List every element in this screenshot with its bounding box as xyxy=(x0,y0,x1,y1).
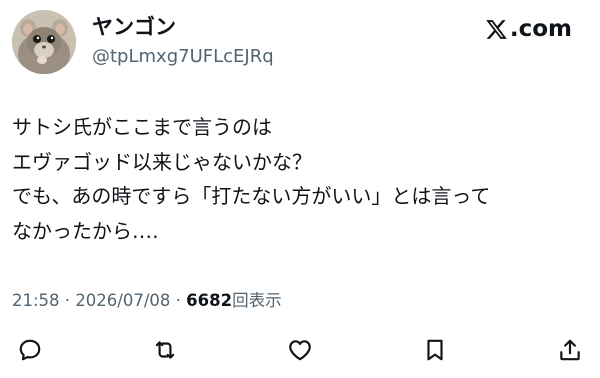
tweet-time[interactable]: 21:58 xyxy=(12,291,60,310)
retweet-icon xyxy=(155,341,175,359)
x-logo-icon xyxy=(486,19,507,39)
views-label: 回表示 xyxy=(232,291,282,310)
share-icon xyxy=(560,339,580,361)
display-name[interactable]: ヤンゴン xyxy=(92,14,176,40)
tweet-line: サトシ氏がここまで言うのは xyxy=(12,115,272,139)
tweet-date[interactable]: 2026/07/08 xyxy=(75,291,170,310)
bookmark-icon xyxy=(427,339,443,361)
heart-icon xyxy=(289,340,311,361)
action-bar xyxy=(0,334,600,370)
bookmark-button[interactable] xyxy=(419,334,451,366)
retweet-button[interactable] xyxy=(149,334,181,366)
reply-icon xyxy=(19,339,41,361)
tweet-text: サトシ氏がここまで言うのは エヴァゴッド以来じゃないかな？ でも、あの時ですら「… xyxy=(12,110,572,248)
tweet-meta: 21:58 · 2026/07/08 · 6682回表示 xyxy=(12,290,282,312)
reply-button[interactable] xyxy=(14,334,46,366)
meta-separator: · xyxy=(59,291,76,310)
view-count: 6682 xyxy=(186,291,233,310)
avatar[interactable] xyxy=(12,10,76,74)
dormouse-avatar-image xyxy=(12,10,76,74)
brand-domain-text: .com xyxy=(509,16,572,42)
user-handle[interactable]: @tpLmxg7UFLcEJRq xyxy=(92,46,274,68)
brand-logo: .com xyxy=(485,16,572,42)
tweet-line: なかったから‥‥ xyxy=(12,218,159,243)
tweet-line: でも、あの時ですら「打たない方がいい」とは言って xyxy=(12,184,491,208)
share-button[interactable] xyxy=(554,334,586,366)
tweet-line: エヴァゴッド以来じゃないかな？ xyxy=(12,149,312,174)
like-button[interactable] xyxy=(284,334,316,366)
meta-separator: · xyxy=(170,291,187,310)
